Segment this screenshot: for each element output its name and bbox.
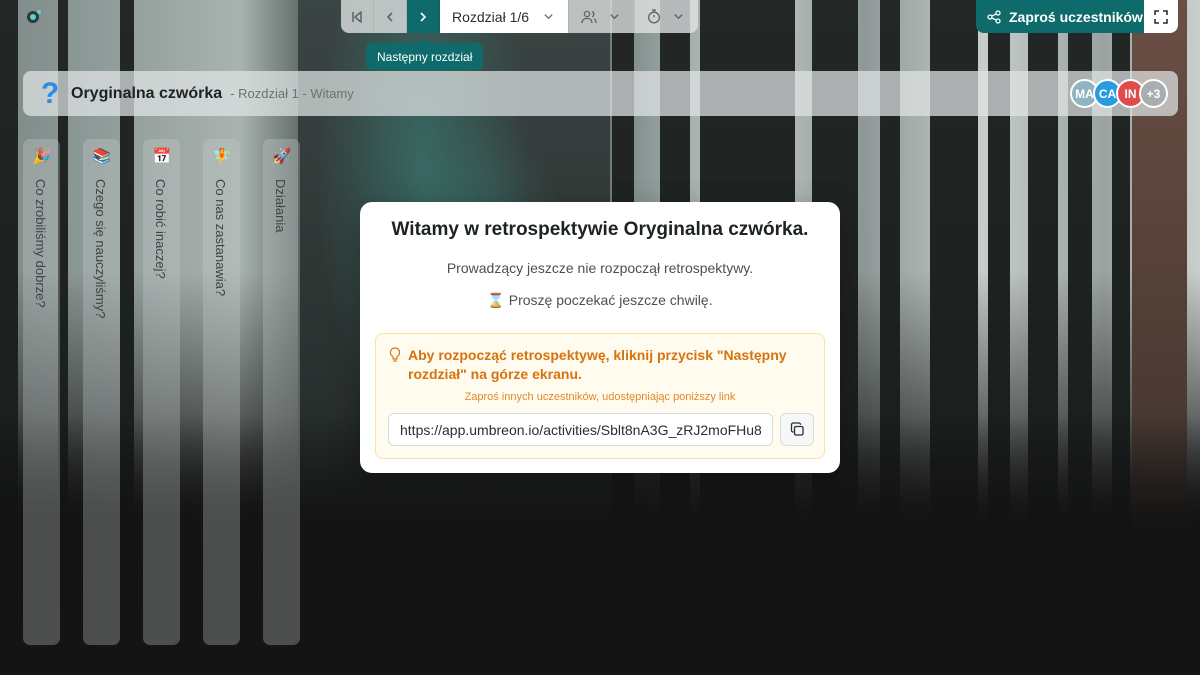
column-learned[interactable]: 📚 Czego się nauczyliśmy?	[83, 139, 120, 645]
participants-dropdown[interactable]	[568, 0, 634, 33]
column-label: Co zrobiliśmy dobrze?	[33, 179, 48, 308]
previous-chapter-button[interactable]	[374, 0, 407, 33]
next-chapter-button[interactable]	[407, 0, 440, 33]
column-puzzles[interactable]: 🧚 Co nas zastanawia?	[203, 139, 240, 645]
chevron-left-icon	[386, 11, 393, 22]
fairy-icon: 🧚	[212, 148, 232, 165]
retro-header: ? Oryginalna czwórka - Rozdział 1 - Wita…	[23, 71, 1178, 116]
invite-label: Zaproś uczestników	[1009, 8, 1143, 25]
invite-hint: Zaproś innych uczestników, udostępniając…	[464, 391, 736, 403]
next-chapter-tooltip: Następny rozdział	[366, 38, 484, 70]
chevron-down-icon	[610, 14, 619, 20]
chevron-right-icon	[420, 11, 427, 22]
team-name: Oryginalna czwórka	[71, 84, 223, 102]
skip-back-icon	[352, 10, 362, 23]
column-label: Czego się nauczyliśmy?	[93, 179, 108, 319]
rocket-icon: 🚀	[272, 148, 292, 165]
books-icon: 📚	[92, 148, 112, 165]
timer-dropdown[interactable]	[634, 0, 698, 33]
welcome-modal: Witamy w retrospektywie Oryginalna czwór…	[360, 202, 840, 473]
column-label: Co robić inaczej?	[153, 179, 168, 279]
chevron-down-icon	[674, 14, 683, 20]
column-actions[interactable]: 🚀 Działania	[263, 139, 300, 645]
question-mark-icon: ?	[40, 76, 60, 110]
chapter-toolbar: Rozdział 1/6	[341, 0, 699, 33]
chapter-label: Rozdział 1/6	[452, 8, 530, 25]
more-participants-badge[interactable]: +3	[1139, 79, 1168, 108]
chevron-down-icon	[544, 14, 553, 20]
participant-avatars[interactable]: MA CA IN +3	[1070, 79, 1168, 108]
column-label: Co nas zastanawia?	[213, 179, 228, 297]
first-chapter-button[interactable]	[341, 0, 374, 33]
calendar-icon: 📅	[152, 148, 172, 165]
tip-text: Aby rozpocząć retrospektywę, kliknij prz…	[408, 347, 787, 382]
app-logo-icon[interactable]	[22, 6, 44, 28]
share-icon	[987, 9, 1001, 24]
modal-subtitle: Prowadzący jeszcze nie rozpoczął retrosp…	[446, 260, 754, 276]
stopwatch-icon	[648, 9, 660, 24]
chapter-subtitle: - Rozdział 1 - Witamy	[230, 86, 354, 101]
copy-link-button[interactable]	[780, 413, 814, 446]
wait-message: ⌛ Proszę poczekać jeszcze chwilę.	[487, 292, 713, 308]
fullscreen-button[interactable]	[1144, 0, 1178, 33]
column-went-well[interactable]: 🎉 Co zrobiliśmy dobrze?	[23, 139, 60, 645]
column-label: Działania	[273, 179, 288, 233]
party-popper-icon: 🎉	[32, 148, 52, 165]
chapter-select[interactable]: Rozdział 1/6	[440, 0, 569, 33]
invite-participants-button[interactable]: Zaproś uczestników	[976, 0, 1144, 33]
modal-title: Witamy w retrospektywie Oryginalna czwór…	[391, 219, 809, 240]
fullscreen-icon	[1154, 9, 1168, 24]
lightbulb-icon	[389, 347, 401, 362]
copy-icon	[790, 422, 804, 436]
users-icon	[581, 10, 597, 23]
share-link-field[interactable]	[388, 413, 773, 446]
tip-box: Aby rozpocząć retrospektywę, kliknij prz…	[375, 333, 825, 459]
column-do-differently[interactable]: 📅 Co robić inaczej?	[143, 139, 180, 645]
